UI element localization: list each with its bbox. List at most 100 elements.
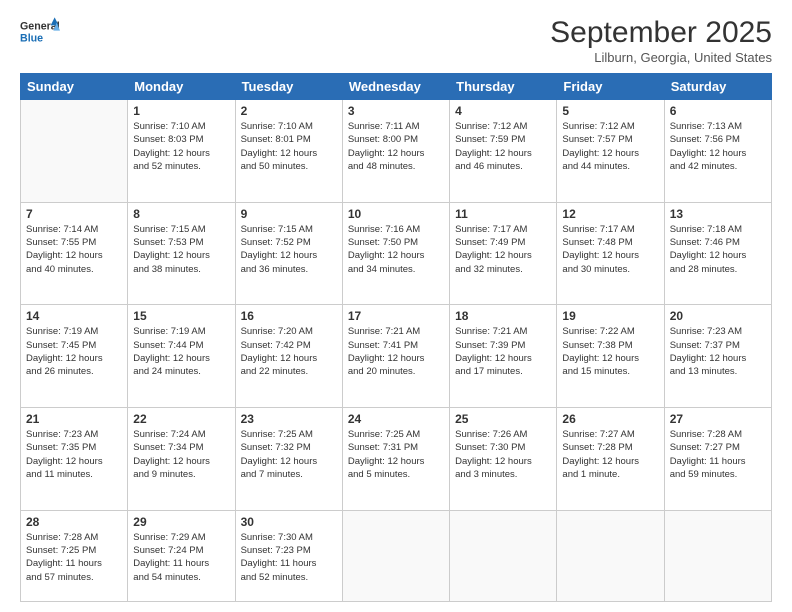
location: Lilburn, Georgia, United States	[550, 50, 772, 65]
week-row-4: 21 Sunrise: 7:23 AM Sunset: 7:35 PM Dayli…	[21, 408, 772, 511]
calendar-cell: 19 Sunrise: 7:22 AM Sunset: 7:38 PM Dayli…	[557, 305, 664, 408]
calendar-cell: 20Sunrise: 7:23 AM Sunset: 7:37 PM Dayli…	[664, 305, 771, 408]
day-info: Sunrise: 7:13 AM Sunset: 7:56 PM Dayligh…	[670, 120, 766, 173]
day-number: 25	[455, 412, 551, 426]
day-number: 21	[26, 412, 122, 426]
title-block: September 2025 Lilburn, Georgia, United …	[550, 16, 772, 65]
calendar-cell: 10 Sunrise: 7:16 AM Sunset: 7:50 PM Dayli…	[342, 202, 449, 305]
day-number: 4	[455, 104, 551, 118]
calendar-cell: 17 Sunrise: 7:21 AM Sunset: 7:41 PM Dayli…	[342, 305, 449, 408]
calendar-cell	[664, 510, 771, 601]
calendar-cell: 7 Sunrise: 7:14 AM Sunset: 7:55 PM Daylig…	[21, 202, 128, 305]
day-info: Sunrise: 7:24 AM Sunset: 7:34 PM Dayligh…	[133, 428, 229, 481]
logo: General Blue	[20, 16, 60, 48]
calendar-cell: 18 Sunrise: 7:21 AM Sunset: 7:39 PM Dayli…	[450, 305, 557, 408]
day-info: Sunrise: 7:19 AM Sunset: 7:45 PM Dayligh…	[26, 325, 122, 378]
day-number: 22	[133, 412, 229, 426]
day-info: Sunrise: 7:28 AM Sunset: 7:25 PM Dayligh…	[26, 531, 122, 584]
calendar-cell: 12 Sunrise: 7:17 AM Sunset: 7:48 PM Dayli…	[557, 202, 664, 305]
week-row-5: 28 Sunrise: 7:28 AM Sunset: 7:25 PM Dayli…	[21, 510, 772, 601]
day-info: Sunrise: 7:25 AM Sunset: 7:32 PM Dayligh…	[241, 428, 337, 481]
calendar-cell: 25 Sunrise: 7:26 AM Sunset: 7:30 PM Dayli…	[450, 408, 557, 511]
day-info: Sunrise: 7:22 AM Sunset: 7:38 PM Dayligh…	[562, 325, 658, 378]
col-tuesday: Tuesday	[235, 74, 342, 100]
calendar-cell	[450, 510, 557, 601]
calendar-cell: 27Sunrise: 7:28 AM Sunset: 7:27 PM Dayli…	[664, 408, 771, 511]
day-info: Sunrise: 7:10 AM Sunset: 8:01 PM Dayligh…	[241, 120, 337, 173]
day-number: 26	[562, 412, 658, 426]
day-number: 6	[670, 104, 766, 118]
page: General Blue September 2025 Lilburn, Geo…	[0, 0, 792, 612]
day-number: 5	[562, 104, 658, 118]
day-number: 15	[133, 309, 229, 323]
calendar-cell: 29Sunrise: 7:29 AM Sunset: 7:24 PM Dayli…	[128, 510, 235, 601]
month-title: September 2025	[550, 16, 772, 50]
calendar-cell: 16Sunrise: 7:20 AM Sunset: 7:42 PM Dayli…	[235, 305, 342, 408]
col-monday: Monday	[128, 74, 235, 100]
calendar-cell: 24 Sunrise: 7:25 AM Sunset: 7:31 PM Dayli…	[342, 408, 449, 511]
calendar-cell	[557, 510, 664, 601]
day-number: 17	[348, 309, 444, 323]
calendar-cell: 15 Sunrise: 7:19 AM Sunset: 7:44 PM Dayli…	[128, 305, 235, 408]
day-info: Sunrise: 7:17 AM Sunset: 7:48 PM Dayligh…	[562, 223, 658, 276]
calendar-cell: 4 Sunrise: 7:12 AM Sunset: 7:59 PM Daylig…	[450, 100, 557, 203]
day-info: Sunrise: 7:23 AM Sunset: 7:37 PM Dayligh…	[670, 325, 766, 378]
calendar-cell	[342, 510, 449, 601]
day-info: Sunrise: 7:17 AM Sunset: 7:49 PM Dayligh…	[455, 223, 551, 276]
day-number: 27	[670, 412, 766, 426]
day-number: 30	[241, 515, 337, 529]
day-info: Sunrise: 7:25 AM Sunset: 7:31 PM Dayligh…	[348, 428, 444, 481]
day-number: 9	[241, 207, 337, 221]
day-number: 28	[26, 515, 122, 529]
day-info: Sunrise: 7:29 AM Sunset: 7:24 PM Dayligh…	[133, 531, 229, 584]
calendar-cell: 11 Sunrise: 7:17 AM Sunset: 7:49 PM Dayli…	[450, 202, 557, 305]
calendar-cell: 30 Sunrise: 7:30 AM Sunset: 7:23 PM Dayli…	[235, 510, 342, 601]
week-row-1: 1 Sunrise: 7:10 AM Sunset: 8:03 PM Daylig…	[21, 100, 772, 203]
day-info: Sunrise: 7:19 AM Sunset: 7:44 PM Dayligh…	[133, 325, 229, 378]
calendar-cell: 13Sunrise: 7:18 AM Sunset: 7:46 PM Dayli…	[664, 202, 771, 305]
logo-image: General Blue	[20, 16, 60, 48]
calendar-cell: 1 Sunrise: 7:10 AM Sunset: 8:03 PM Daylig…	[128, 100, 235, 203]
day-info: Sunrise: 7:30 AM Sunset: 7:23 PM Dayligh…	[241, 531, 337, 584]
day-info: Sunrise: 7:21 AM Sunset: 7:39 PM Dayligh…	[455, 325, 551, 378]
calendar-header-row: Sunday Monday Tuesday Wednesday Thursday…	[21, 74, 772, 100]
day-number: 7	[26, 207, 122, 221]
header: General Blue September 2025 Lilburn, Geo…	[20, 16, 772, 65]
calendar-cell: 2Sunrise: 7:10 AM Sunset: 8:01 PM Daylig…	[235, 100, 342, 203]
calendar-cell: 22 Sunrise: 7:24 AM Sunset: 7:34 PM Dayli…	[128, 408, 235, 511]
day-info: Sunrise: 7:16 AM Sunset: 7:50 PM Dayligh…	[348, 223, 444, 276]
day-info: Sunrise: 7:15 AM Sunset: 7:52 PM Dayligh…	[241, 223, 337, 276]
day-info: Sunrise: 7:10 AM Sunset: 8:03 PM Dayligh…	[133, 120, 229, 173]
calendar-cell: 21 Sunrise: 7:23 AM Sunset: 7:35 PM Dayli…	[21, 408, 128, 511]
calendar-cell	[21, 100, 128, 203]
svg-text:Blue: Blue	[20, 32, 43, 44]
day-info: Sunrise: 7:23 AM Sunset: 7:35 PM Dayligh…	[26, 428, 122, 481]
day-number: 19	[562, 309, 658, 323]
calendar-cell: 9 Sunrise: 7:15 AM Sunset: 7:52 PM Daylig…	[235, 202, 342, 305]
day-number: 24	[348, 412, 444, 426]
day-info: Sunrise: 7:27 AM Sunset: 7:28 PM Dayligh…	[562, 428, 658, 481]
day-info: Sunrise: 7:11 AM Sunset: 8:00 PM Dayligh…	[348, 120, 444, 173]
day-info: Sunrise: 7:21 AM Sunset: 7:41 PM Dayligh…	[348, 325, 444, 378]
day-number: 14	[26, 309, 122, 323]
day-number: 23	[241, 412, 337, 426]
day-number: 10	[348, 207, 444, 221]
day-info: Sunrise: 7:26 AM Sunset: 7:30 PM Dayligh…	[455, 428, 551, 481]
day-info: Sunrise: 7:14 AM Sunset: 7:55 PM Dayligh…	[26, 223, 122, 276]
day-number: 18	[455, 309, 551, 323]
day-number: 1	[133, 104, 229, 118]
calendar-cell: 8Sunrise: 7:15 AM Sunset: 7:53 PM Daylig…	[128, 202, 235, 305]
calendar-cell: 26 Sunrise: 7:27 AM Sunset: 7:28 PM Dayli…	[557, 408, 664, 511]
day-info: Sunrise: 7:12 AM Sunset: 7:59 PM Dayligh…	[455, 120, 551, 173]
day-info: Sunrise: 7:18 AM Sunset: 7:46 PM Dayligh…	[670, 223, 766, 276]
week-row-2: 7 Sunrise: 7:14 AM Sunset: 7:55 PM Daylig…	[21, 202, 772, 305]
day-number: 12	[562, 207, 658, 221]
col-wednesday: Wednesday	[342, 74, 449, 100]
day-info: Sunrise: 7:20 AM Sunset: 7:42 PM Dayligh…	[241, 325, 337, 378]
calendar-table: Sunday Monday Tuesday Wednesday Thursday…	[20, 73, 772, 602]
calendar-cell: 14 Sunrise: 7:19 AM Sunset: 7:45 PM Dayli…	[21, 305, 128, 408]
day-info: Sunrise: 7:15 AM Sunset: 7:53 PM Dayligh…	[133, 223, 229, 276]
day-number: 3	[348, 104, 444, 118]
calendar-cell: 6 Sunrise: 7:13 AM Sunset: 7:56 PM Daylig…	[664, 100, 771, 203]
day-number: 11	[455, 207, 551, 221]
